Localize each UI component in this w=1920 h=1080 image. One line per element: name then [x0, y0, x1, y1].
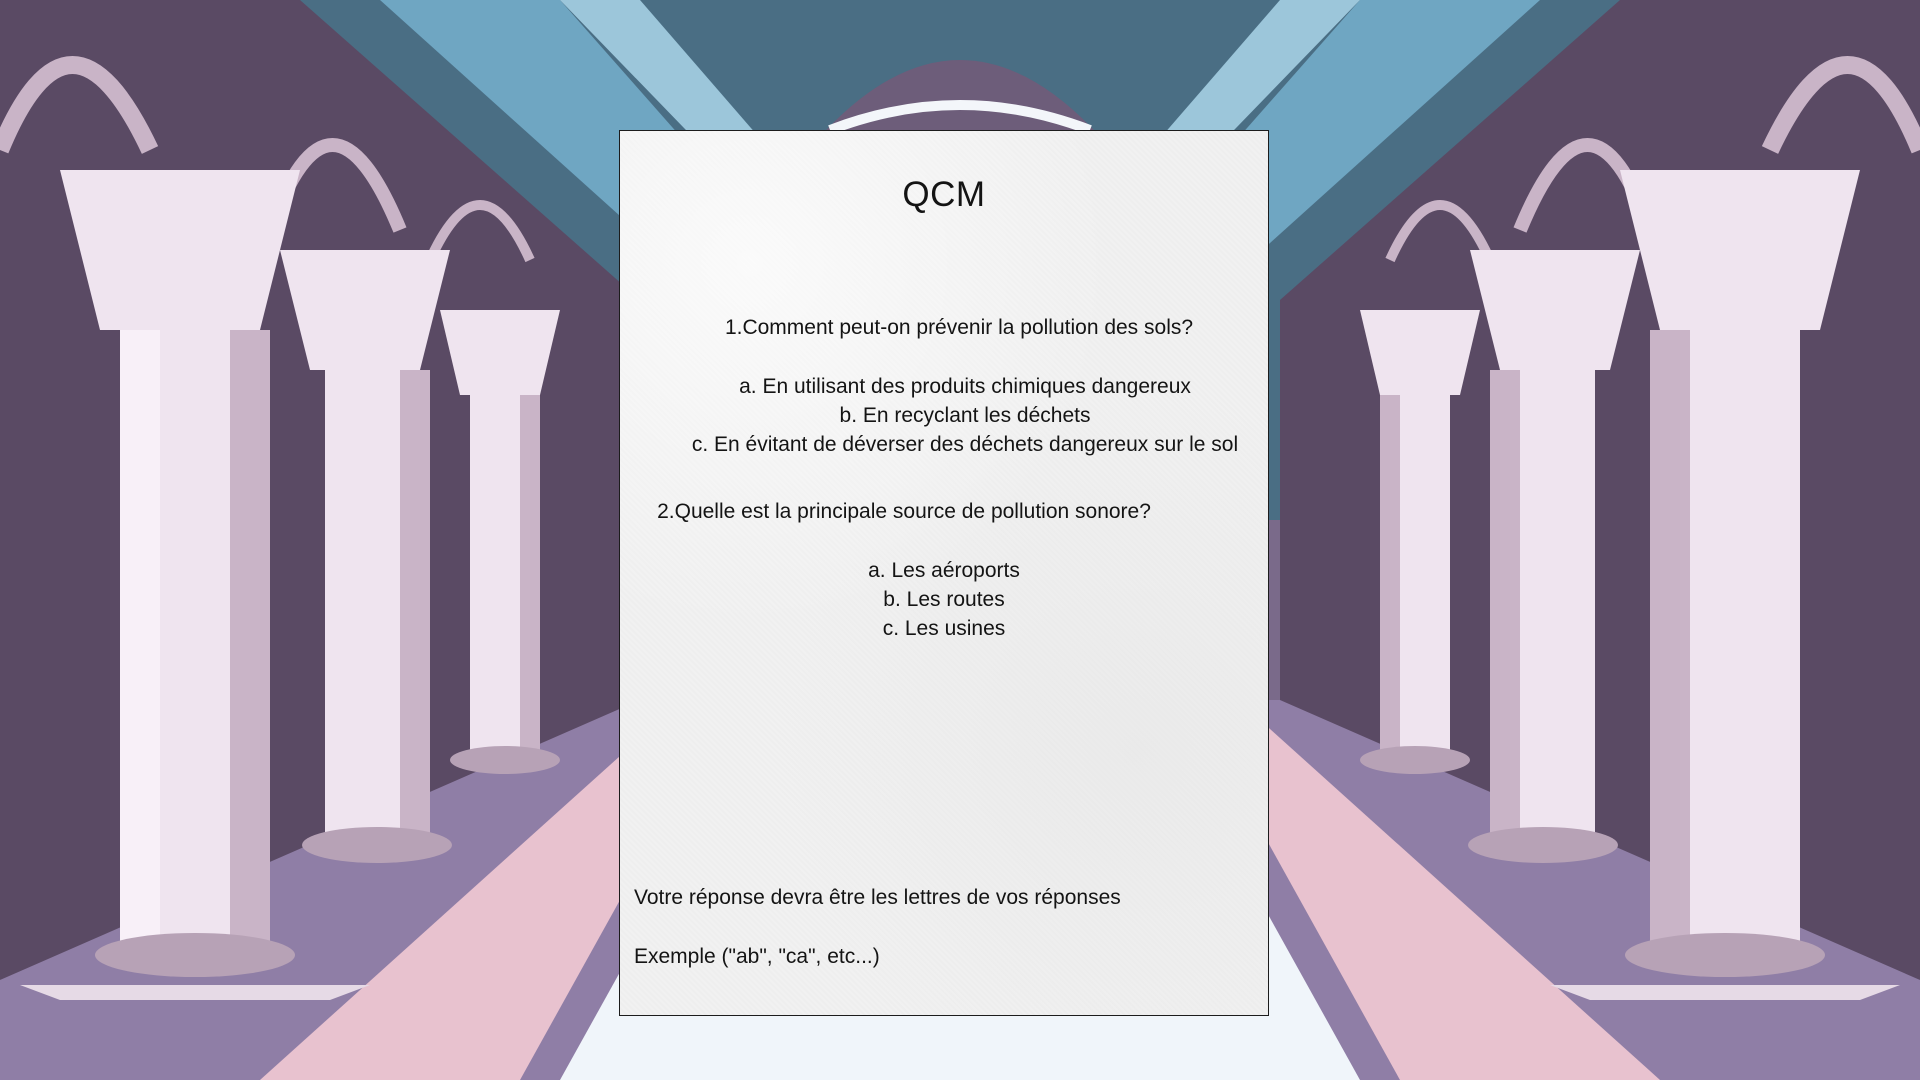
- answer-instruction: Votre réponse devra être les lettres de …: [634, 886, 1121, 909]
- question-1-option-a: a. En utilisant des produits chimiques d…: [739, 375, 1191, 398]
- question-1-option-b: b. En recyclant les déchets: [839, 404, 1091, 427]
- question-2-option-a: a. Les aéroports: [868, 559, 1020, 582]
- question-2-options: a. Les aéroports b. Les routes c. Les us…: [620, 556, 1268, 643]
- question-2-option-b: b. Les routes: [883, 588, 1005, 611]
- question-2-option-c: c. Les usines: [882, 617, 1006, 640]
- question-2: 2.Quelle est la principale source de pol…: [657, 500, 1151, 523]
- question-1-option-c: c. En évitant de déverser des déchets da…: [691, 433, 1239, 456]
- question-1: 1.Comment peut-on prévenir la pollution …: [724, 316, 1194, 339]
- question-1-options: a. En utilisant des produits chimiques d…: [662, 372, 1268, 459]
- answer-example: Exemple ("ab", "ca", etc...): [634, 945, 880, 968]
- quiz-title: QCM: [902, 175, 986, 214]
- quiz-paper: QCM 1.Comment peut-on prévenir la pollut…: [619, 130, 1269, 1016]
